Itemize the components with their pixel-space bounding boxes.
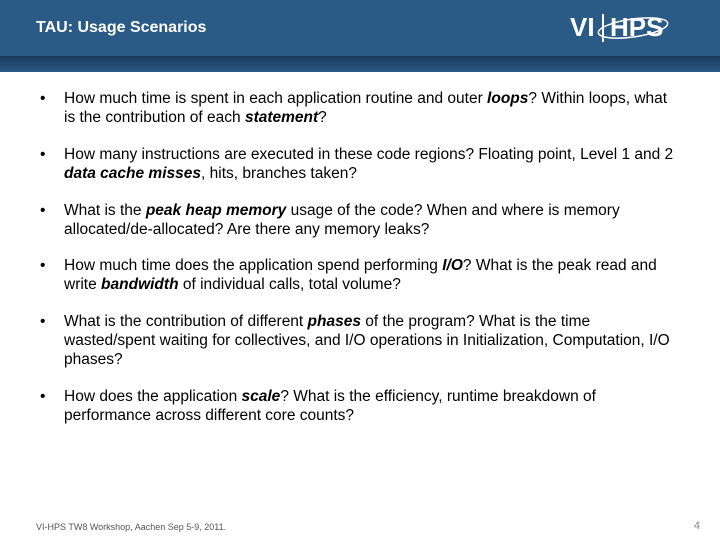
slide-header: TAU: Usage Scenarios VI HPS	[0, 0, 720, 56]
bullet-text: How much time does the application spend…	[64, 257, 680, 295]
logo-svg: VI HPS	[570, 8, 700, 48]
bullet-text: What is the contribution of different ph…	[64, 313, 680, 370]
logo-vi: VI	[570, 12, 595, 42]
footer-text: VI-HPS TW8 Workshop, Aachen Sep 5-9, 201…	[36, 522, 226, 532]
bullet-text: How much time is spent in each applicati…	[64, 90, 680, 128]
bullet-text: What is the peak heap memory usage of th…	[64, 202, 680, 240]
page-number: 4	[694, 520, 700, 532]
bullet-item: How much time is spent in each applicati…	[40, 90, 680, 128]
slide-footer: VI-HPS TW8 Workshop, Aachen Sep 5-9, 201…	[36, 520, 700, 532]
header-underbar	[0, 56, 720, 72]
bullet-item: How does the application scale? What is …	[40, 388, 680, 426]
slide-title: TAU: Usage Scenarios	[36, 19, 206, 37]
bullet-item: How many instructions are executed in th…	[40, 146, 680, 184]
bullet-list: How much time is spent in each applicati…	[40, 90, 680, 426]
slide-content: How much time is spent in each applicati…	[0, 72, 720, 426]
bullet-text: How many instructions are executed in th…	[64, 146, 680, 184]
bullet-item: What is the peak heap memory usage of th…	[40, 202, 680, 240]
vihps-logo: VI HPS	[570, 8, 700, 48]
bullet-item: What is the contribution of different ph…	[40, 313, 680, 370]
bullet-item: How much time does the application spend…	[40, 257, 680, 295]
bullet-text: How does the application scale? What is …	[64, 388, 680, 426]
